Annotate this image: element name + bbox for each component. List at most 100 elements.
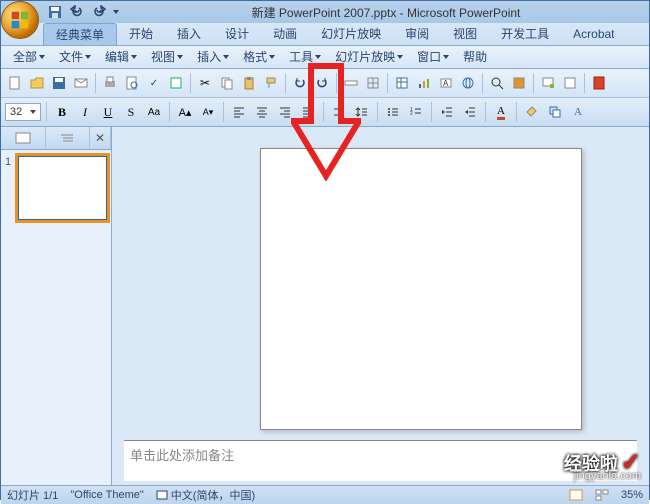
align-left-icon[interactable] [229, 102, 249, 122]
slide-preview [18, 156, 107, 220]
bold-icon[interactable]: B [52, 102, 72, 122]
slides-tab[interactable] [1, 127, 46, 149]
app-window: 新建 PowerPoint 2007.pptx - Microsoft Powe… [0, 0, 650, 500]
menu-format[interactable]: 格式 [237, 47, 281, 67]
change-case-icon[interactable]: Aa [144, 102, 164, 122]
outline-tab-icon [59, 132, 75, 144]
classic-menubar: 全部 文件 编辑 视图 插入 格式 工具 幻灯片放映 窗口 帮助 [1, 46, 649, 69]
mail-icon[interactable] [71, 73, 91, 93]
redo-icon[interactable] [91, 4, 107, 20]
tab-insert[interactable]: 插入 [165, 23, 213, 45]
grow-font-icon[interactable]: A▴ [175, 102, 195, 122]
shrink-font-icon[interactable]: A▾ [198, 102, 218, 122]
menu-file[interactable]: 文件 [53, 47, 97, 67]
status-language[interactable]: 中文(简体，中国) [156, 487, 255, 503]
view-normal-icon[interactable] [569, 489, 583, 501]
italic-icon[interactable]: I [75, 102, 95, 122]
save-icon[interactable] [47, 4, 63, 20]
shadow-icon[interactable]: S [121, 102, 141, 122]
watermark: 经验啦✓ jingyanla.com [564, 448, 641, 477]
status-theme: "Office Theme" [70, 489, 143, 501]
slide-thumbnail[interactable]: 1 [5, 156, 107, 220]
table-icon[interactable] [392, 73, 412, 93]
justify-icon[interactable] [298, 102, 318, 122]
align-center-icon[interactable] [252, 102, 272, 122]
ribbon-tabs: 经典菜单 开始 插入 设计 动画 幻灯片放映 审阅 视图 开发工具 Acroba… [1, 23, 649, 46]
paste-icon[interactable] [239, 73, 259, 93]
zoom-icon[interactable] [487, 73, 507, 93]
tab-view[interactable]: 视图 [441, 23, 489, 45]
status-zoom[interactable]: 35% [621, 489, 643, 501]
menu-view[interactable]: 视图 [145, 47, 189, 67]
slide-canvas-area[interactable] [112, 127, 649, 440]
tab-developer[interactable]: 开发工具 [489, 23, 561, 45]
spellcheck-icon[interactable]: ✓ [144, 73, 164, 93]
grid-icon[interactable] [363, 73, 383, 93]
tab-acrobat[interactable]: Acrobat [561, 23, 626, 45]
svg-text:2: 2 [410, 111, 413, 117]
arrange-icon[interactable] [545, 102, 565, 122]
preview-icon[interactable] [122, 73, 142, 93]
color-scheme-icon[interactable] [509, 73, 529, 93]
hyperlink-icon[interactable] [458, 73, 478, 93]
new-slide-icon[interactable] [538, 73, 558, 93]
menu-slideshow[interactable]: 幻灯片放映 [329, 47, 409, 67]
font-color-icon[interactable]: A [491, 102, 511, 122]
numbering-icon[interactable]: 12 [406, 102, 426, 122]
line-spacing-icon[interactable] [352, 102, 372, 122]
copy-icon[interactable] [217, 73, 237, 93]
save-icon[interactable] [49, 73, 69, 93]
tab-slideshow[interactable]: 幻灯片放映 [309, 23, 393, 45]
editor-area: 单击此处添加备注 [111, 127, 649, 485]
view-sorter-icon[interactable] [595, 489, 609, 501]
increase-indent-icon[interactable] [460, 102, 480, 122]
notes-pane[interactable]: 单击此处添加备注 [124, 440, 637, 481]
quick-styles-icon[interactable]: A [568, 102, 588, 122]
decrease-indent-icon[interactable] [437, 102, 457, 122]
menu-all[interactable]: 全部 [7, 47, 51, 67]
textbox-icon[interactable]: A [436, 73, 456, 93]
undo-icon[interactable] [69, 4, 85, 20]
distributed-icon[interactable] [329, 102, 349, 122]
menu-help[interactable]: 帮助 [457, 47, 493, 67]
align-right-icon[interactable] [275, 102, 295, 122]
thumbnails-list[interactable]: 1 [1, 150, 111, 485]
slide-canvas[interactable] [260, 148, 582, 430]
underline-icon[interactable]: U [98, 102, 118, 122]
tab-review[interactable]: 审阅 [393, 23, 441, 45]
tab-animation[interactable]: 动画 [261, 23, 309, 45]
chevron-down-icon [30, 110, 36, 114]
print-icon[interactable] [100, 73, 120, 93]
layout-icon[interactable] [560, 73, 580, 93]
menu-insert[interactable]: 插入 [191, 47, 235, 67]
menu-tools[interactable]: 工具 [283, 47, 327, 67]
close-panel-button[interactable]: ✕ [90, 127, 111, 149]
cut-icon[interactable]: ✂ [195, 73, 215, 93]
undo-icon[interactable] [290, 73, 310, 93]
toolbar-standard: ✓ ✂ A [1, 69, 649, 98]
slide-number: 1 [5, 156, 15, 168]
tab-classic-menu[interactable]: 经典菜单 [43, 23, 117, 45]
bullets-icon[interactable] [383, 102, 403, 122]
qat-dropdown-icon[interactable] [113, 10, 119, 14]
open-icon[interactable] [27, 73, 47, 93]
redo-icon[interactable] [312, 73, 332, 93]
language-icon [156, 489, 168, 501]
outline-tab[interactable] [46, 127, 91, 149]
office-logo-icon [10, 10, 30, 30]
menu-window[interactable]: 窗口 [411, 47, 455, 67]
tab-design[interactable]: 设计 [213, 23, 261, 45]
research-icon[interactable] [166, 73, 186, 93]
format-painter-icon[interactable] [261, 73, 281, 93]
shape-fill-icon[interactable] [522, 102, 542, 122]
tab-home[interactable]: 开始 [117, 23, 165, 45]
office-button[interactable] [1, 1, 39, 39]
pdf-icon[interactable] [589, 73, 609, 93]
chart-icon[interactable] [414, 73, 434, 93]
close-icon: ✕ [95, 131, 105, 145]
new-icon[interactable] [5, 73, 25, 93]
svg-text:A: A [443, 79, 449, 88]
ruler-icon[interactable] [341, 73, 361, 93]
font-size-input[interactable]: 32 [5, 103, 41, 121]
menu-edit[interactable]: 编辑 [99, 47, 143, 67]
